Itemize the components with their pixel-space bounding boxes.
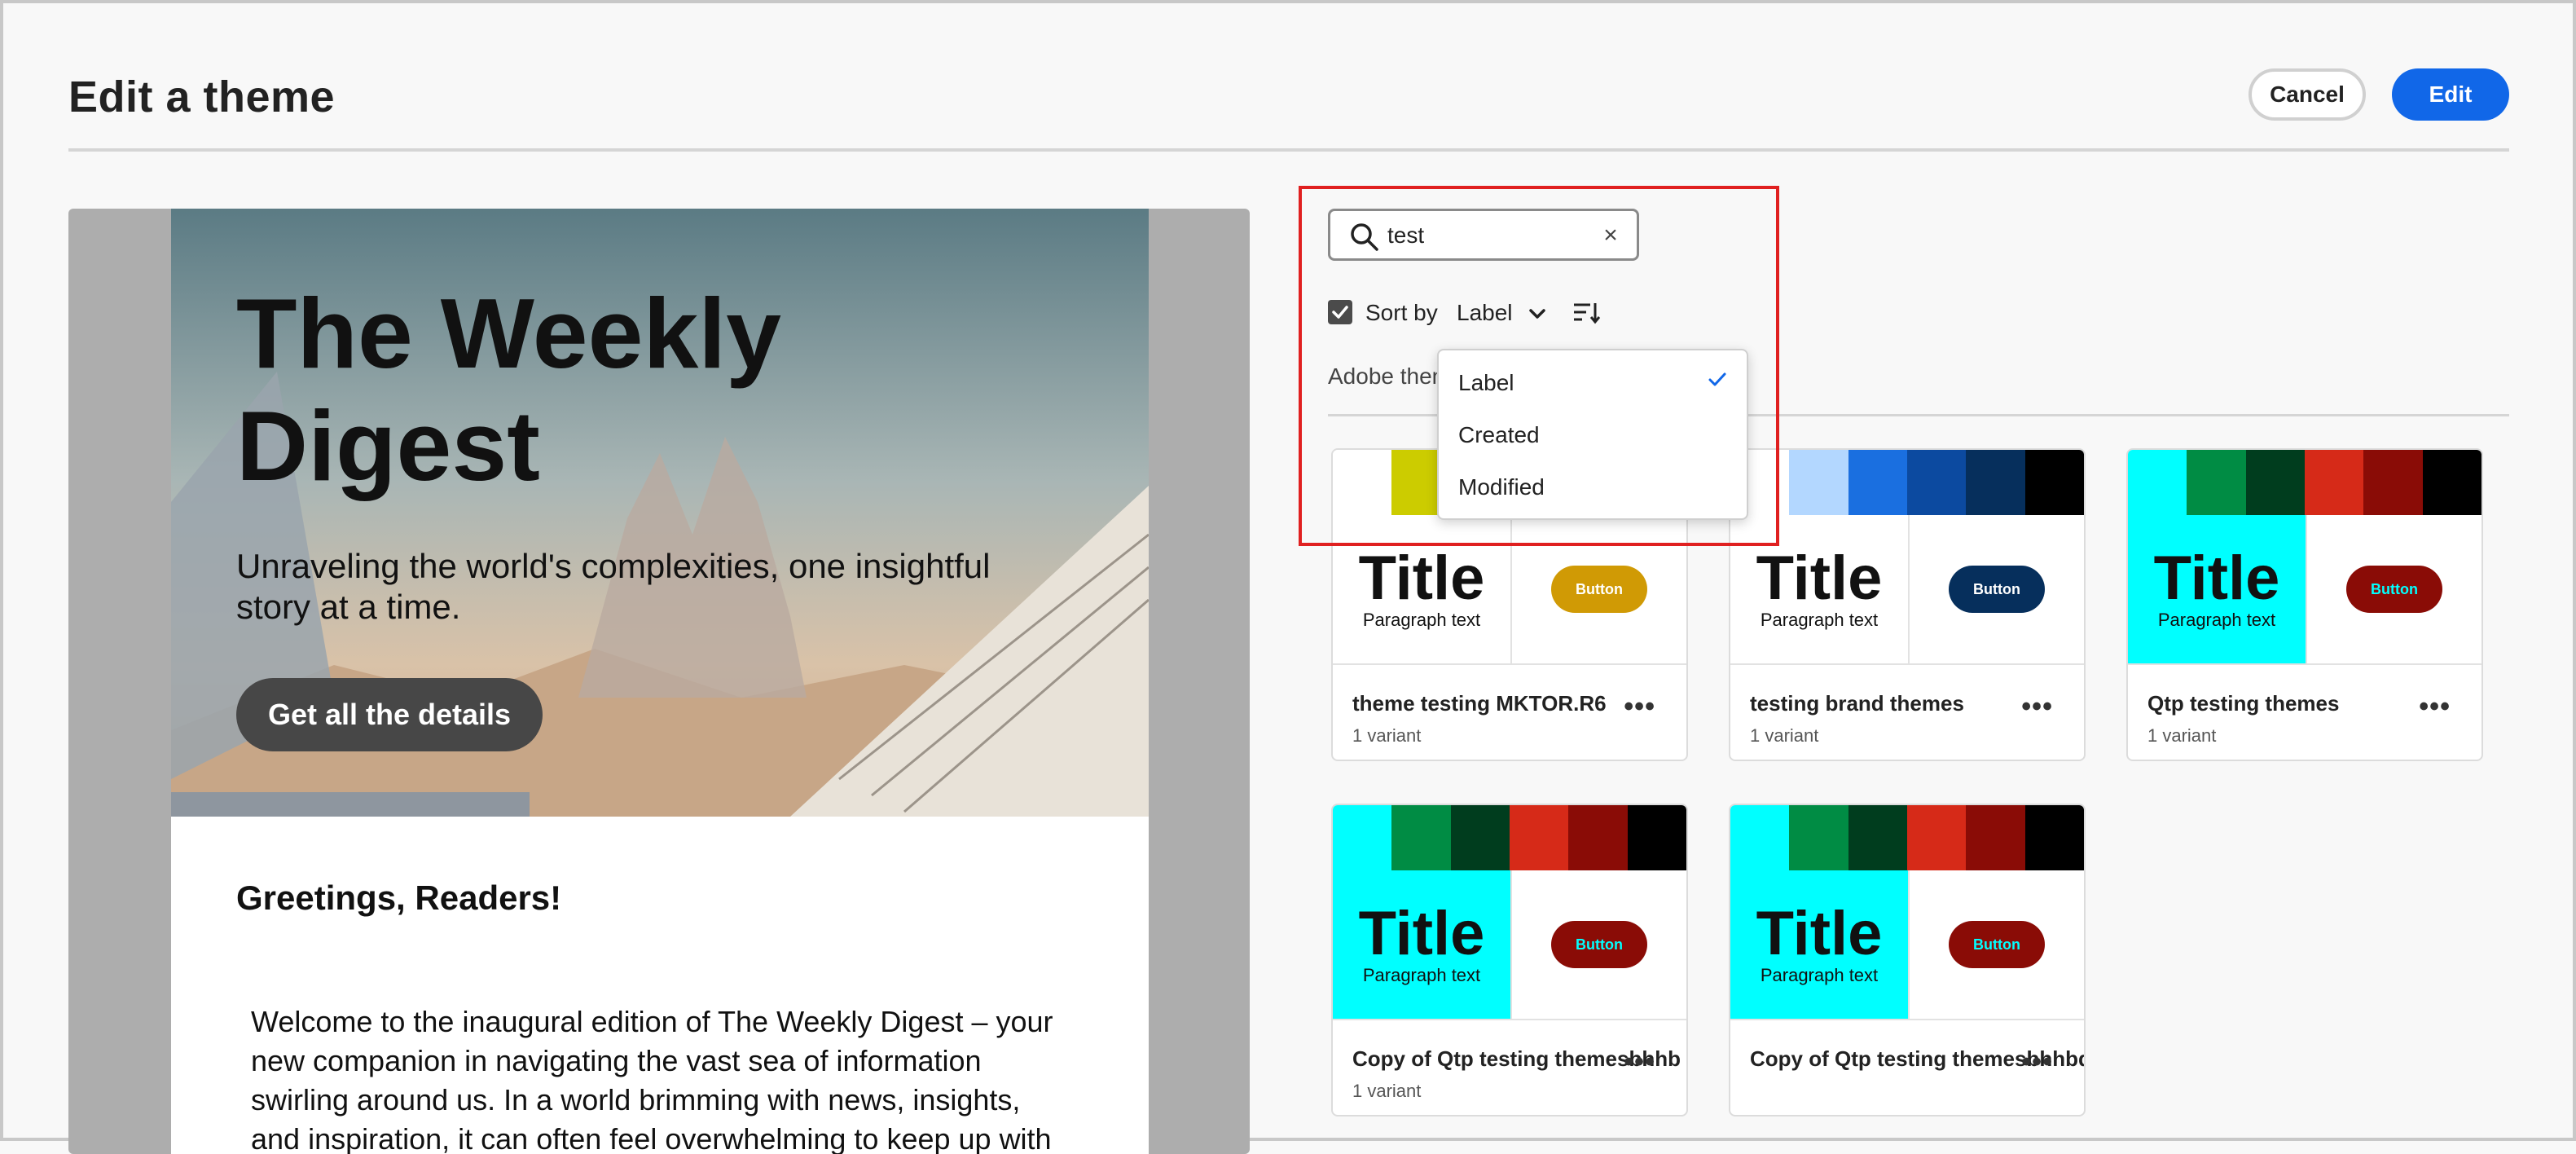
color-swatch [1789,450,1848,515]
theme-name: testing brand themes [1750,691,1964,716]
more-actions-icon[interactable]: ••• [1624,1046,1655,1078]
color-swatches [1730,805,2084,870]
color-swatch [1450,805,1510,870]
theme-card[interactable]: Title Paragraph text Button testing brand t… [1729,448,2086,761]
theme-paragraph-sample: Paragraph text [1362,965,1481,985]
theme-title-sample: Title [1756,899,1883,968]
more-actions-icon[interactable]: ••• [2021,691,2053,723]
theme-button-preview: Button [1510,870,1686,1019]
theme-title-sample: Title [2153,544,2280,613]
color-swatch [1568,805,1628,870]
theme-button-sample: Button [1949,566,2045,613]
greeting-heading: Greetings, Readers! [236,879,562,917]
theme-paragraph-sample: Paragraph text [1760,965,1879,985]
newsletter-title: The Weekly Digest [236,278,782,501]
theme-preview: Title Paragraph text Button [1730,870,2084,1020]
theme-card[interactable]: Title Paragraph text Button Qtp testing the… [2126,448,2483,761]
color-swatch [2422,450,2481,515]
theme-preview: Title Paragraph text Button [1333,870,1686,1020]
theme-name: theme testing MKTOR.R6 [1352,691,1607,716]
checkmark-icon [1708,372,1726,386]
theme-title-sample: Title [1358,544,1485,613]
color-swatch [2304,450,2364,515]
variant-count: 1 variant [1352,725,1422,746]
more-actions-icon[interactable]: ••• [2021,1046,2053,1078]
theme-preview: Title Paragraph text Button [1730,515,2084,665]
cancel-button[interactable]: Cancel [2249,68,2366,121]
color-swatches [2128,450,2481,515]
newsletter-subtitle: Unraveling the world's complexities, one… [236,547,991,626]
color-swatch [1627,805,1686,870]
dialog-header: Edit a theme Cancel Edit [68,68,2509,152]
theme-name: Qtp testing themes [2147,691,2340,716]
theme-button-sample: Button [2346,566,2442,613]
email-preview: The Weekly Digest Unraveling the world's… [171,209,1149,1154]
variant-count: 1 variant [1352,1081,1422,1101]
color-swatch [1391,805,1451,870]
color-swatch [2187,450,2246,515]
color-swatches [1333,805,1686,870]
color-swatch [1509,805,1569,870]
sort-dropdown-menu: Label Created Modified [1437,349,1748,520]
theme-title-sample: Title [1358,899,1485,968]
color-swatch [2024,805,2084,870]
cta-button: Get all the details [236,678,543,751]
theme-card[interactable]: Title Paragraph text Button Copy of Qtp tes… [1331,804,1688,1117]
hero-banner: The Weekly Digest Unraveling the world's… [171,209,1149,817]
page-title: Edit a theme [68,73,336,121]
theme-paragraph-sample: Paragraph text [1760,610,1879,630]
color-swatch [1966,805,2025,870]
more-actions-icon[interactable]: ••• [2419,691,2451,723]
theme-preview: Title Paragraph text Button [2128,515,2481,665]
theme-typography-preview: Title Paragraph text [1730,870,1910,1019]
theme-title-sample: Title [1756,544,1883,613]
theme-button-preview: Button [1908,515,2084,663]
variant-count: 1 variant [1750,725,1819,746]
email-preview-panel: The Weekly Digest Unraveling the world's… [68,209,1250,1154]
variant-count: 1 variant [2147,725,2217,746]
color-swatch [1789,805,1848,870]
theme-button-preview: Button [2306,515,2481,663]
theme-button-sample: Button [1551,921,1647,968]
color-swatch [2128,450,2187,515]
color-swatch [1333,805,1392,870]
theme-paragraph-sample: Paragraph text [1362,610,1481,630]
color-swatch [2363,450,2423,515]
color-swatch [1848,805,1907,870]
edit-button[interactable]: Edit [2392,68,2509,121]
more-actions-icon[interactable]: ••• [1624,691,1655,723]
color-swatch [1730,805,1790,870]
color-swatch [1906,450,1967,515]
theme-typography-preview: Title Paragraph text [2128,515,2307,663]
sort-option-label[interactable]: Label [1458,370,1514,396]
theme-card[interactable]: Title Paragraph text Button Copy of Qtp tes… [1729,804,2086,1117]
theme-paragraph-sample: Paragraph text [2157,610,2276,630]
color-swatch [1906,805,1967,870]
theme-button-sample: Button [1551,566,1647,613]
color-swatches [1730,450,2084,515]
theme-typography-preview: Title Paragraph text [1333,870,1512,1019]
theme-button-preview: Button [1908,870,2084,1019]
sort-option-created[interactable]: Created [1458,422,1540,448]
color-swatch [2024,450,2084,515]
intro-paragraph: Welcome to the inaugural edition of The … [251,1005,1053,1154]
color-swatch [2245,450,2305,515]
theme-button-sample: Button [1949,921,2045,968]
color-swatch [1848,450,1907,515]
sort-option-modified[interactable]: Modified [1458,474,1545,500]
color-swatch [1966,450,2025,515]
